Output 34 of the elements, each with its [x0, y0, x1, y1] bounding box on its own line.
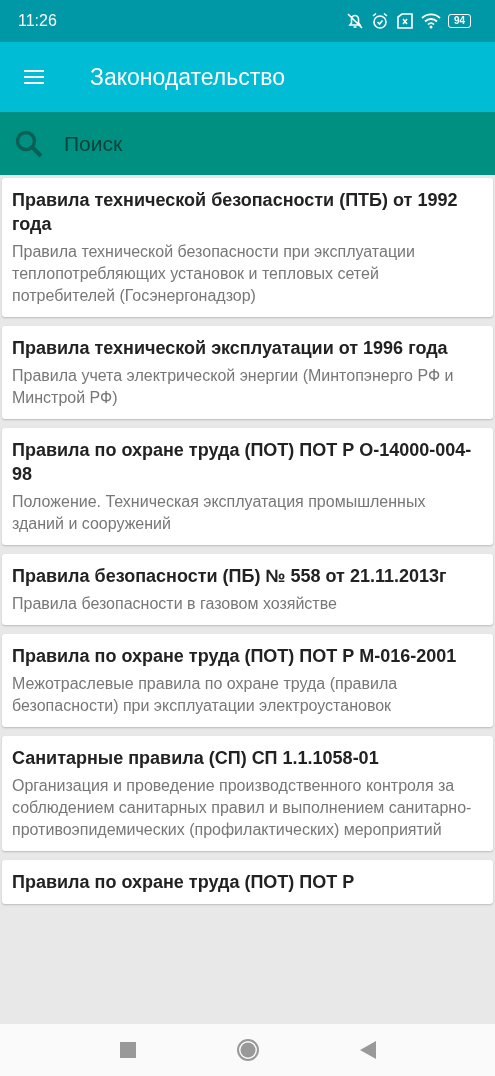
- wifi-icon: [420, 13, 441, 29]
- document-card[interactable]: Санитарные правила (СП) СП 1.1.1058-01 Организация и проведение производственного контроля за соблюдением санитарных правил и выполнением санитарно-противоэпидемических (профилактических) мероприятий: [2, 736, 493, 851]
- document-title: Правила технической безопасности (ПТБ) от 1992 года: [12, 189, 459, 236]
- sim-off-icon: [395, 12, 414, 30]
- document-title: Правила по охране труда (ПОТ) ПОТ Р М-016-2001: [12, 645, 458, 668]
- document-card[interactable]: Правила по охране труда (ПОТ) ПОТ Р: [2, 860, 493, 904]
- document-card[interactable]: Правила технической эксплуатации от 1996 года Правила учета электрической энергии (Минтопэнерго РФ и Минстрой РФ): [2, 326, 493, 419]
- recent-apps-button[interactable]: [119, 1042, 136, 1058]
- document-card[interactable]: Правила безопасности (ПБ) № 558 от 21.11.2013г Правила безопасности в газовом хозяйстве: [2, 554, 493, 625]
- app-title: Законодательство: [90, 63, 285, 91]
- document-title: Правила безопасности (ПБ) № 558 от 21.11.2013г: [12, 565, 448, 588]
- document-title: Правила технической эксплуатации от 1996 года: [12, 337, 449, 360]
- menu-icon: [24, 70, 44, 84]
- document-card[interactable]: Правила по охране труда (ПОТ) ПОТ Р О-14000-004-98 Положение. Техническая эксплуатация промышленных зданий и сооружений: [2, 428, 493, 545]
- document-description: Положение. Техническая эксплуатация промышленных зданий и сооружений: [12, 492, 427, 534]
- back-button[interactable]: [359, 1041, 376, 1059]
- battery-level: 94: [447, 14, 471, 28]
- home-button[interactable]: [235, 1038, 260, 1062]
- document-description: Межотраслевые правила по охране труда (правила безопасности) при эксплуатации электроустановок: [12, 674, 399, 716]
- document-description: Правила безопасности в газовом хозяйстве: [12, 594, 338, 614]
- document-card[interactable]: Правила по охране труда (ПОТ) ПОТ Р М-016-2001 Межотраслевые правила по охране труда (правила безопасности) при эксплуатации электроустановок: [2, 634, 493, 727]
- document-description: Правила технической безопасности при эксплуатации теплопотребляющих установок и тепловых сетей потребителей (Госэнергонадзор): [12, 242, 416, 306]
- document-card[interactable]: Правила технической безопасности (ПТБ) от 1992 года Правила технической безопасности при эксплуатации теплопотребляющих установок и тепловых сетей потребителей (Госэнергонадзор): [2, 178, 493, 317]
- document-description: Организация и проведение производственного контроля за соблюдением санитарных правил и выполнением санитарно-противоэпидемических (профилактических) мероприятий: [12, 776, 473, 840]
- bell-off-icon: [345, 12, 364, 30]
- document-description: Правила учета электрической энергии (Минтопэнерго РФ и Минстрой РФ): [12, 366, 455, 408]
- search-icon: [14, 128, 44, 159]
- clock-time: 11:26: [18, 12, 57, 30]
- search-input[interactable]: Поиск: [62, 130, 446, 157]
- alarm-icon: [370, 12, 389, 30]
- document-title: Правила по охране труда (ПОТ) ПОТ Р: [12, 871, 356, 894]
- document-title: Санитарные правила (СП) СП 1.1.1058-01: [12, 747, 380, 770]
- search-field[interactable]: Поиск: [0, 112, 495, 175]
- document-title: Правила по охране труда (ПОТ) ПОТ Р О-14000-004-98: [12, 439, 473, 486]
